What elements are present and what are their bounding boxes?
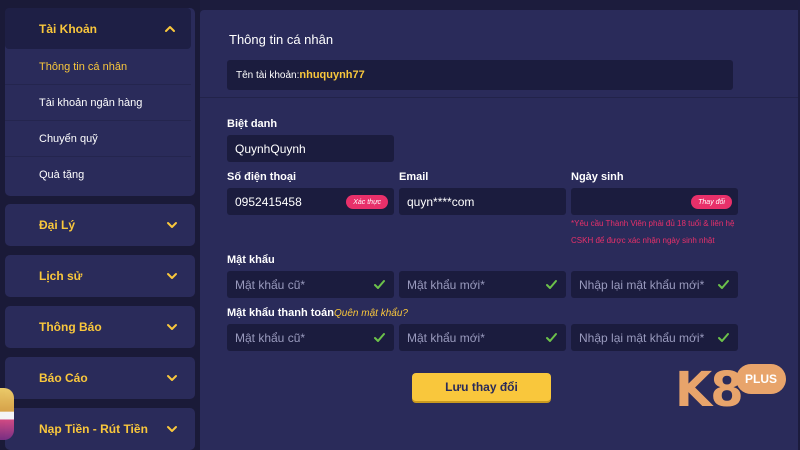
confirm-password-input[interactable]: Nhập lại mật khẩu mới* <box>571 271 738 298</box>
sidebar-item-label: Báo Cáo <box>39 371 88 385</box>
verify-button[interactable]: Xác thực <box>346 195 388 209</box>
sidebar-subitem-label: Tài khoản ngân hàng <box>39 96 143 109</box>
mascot-image <box>0 388 14 440</box>
sidebar-subitem-label: Quà tặng <box>39 169 85 181</box>
account-name-label: Tên tài khoản: <box>236 69 300 81</box>
confirm-payment-password-input[interactable]: Nhập lại mật khẩu mới* <box>571 324 738 351</box>
phone-value: 0952415458 <box>235 194 302 209</box>
sidebar-subitem-fund-transfer[interactable]: Chuyển quỹ <box>5 121 191 157</box>
profile-panel: Thông tin cá nhân Tên tài khoản: nhuquyn… <box>200 10 798 450</box>
new-password-placeholder: Mật khẩu mới* <box>407 277 485 292</box>
dob-change-button[interactable]: Thay đổi <box>691 195 732 209</box>
old-password-input[interactable]: Mật khẩu cũ* <box>227 271 394 298</box>
sidebar-item-label: Nạp Tiền - Rút Tiền <box>39 422 148 436</box>
sidebar-item-label: Thông Báo <box>39 320 102 334</box>
sidebar-subitem-label: Chuyển quỹ <box>39 132 98 145</box>
old-payment-password-input[interactable]: Mật khẩu cũ* <box>227 324 394 351</box>
chevron-down-icon <box>165 269 179 283</box>
check-icon <box>373 278 386 291</box>
password-label: Mật khẩu <box>227 254 275 266</box>
nickname-label: Biệt danh <box>227 118 278 130</box>
chevron-down-icon <box>165 371 179 385</box>
new-password-placeholder: Mật khẩu mới* <box>407 330 485 345</box>
chevron-down-icon <box>165 422 179 436</box>
old-password-placeholder: Mật khẩu cũ* <box>235 330 306 345</box>
sidebar-item-label: Đại Lý <box>39 218 76 232</box>
chevron-down-icon <box>165 218 179 232</box>
sidebar-item-deposit-withdraw[interactable]: Nạp Tiền - Rút Tiền <box>5 408 195 450</box>
sidebar-subitem-personal-info[interactable]: Thông tin cá nhân <box>5 49 191 85</box>
account-name-box: Tên tài khoản: nhuquynh77 <box>227 60 733 90</box>
email-value: quyn****com <box>407 194 475 209</box>
sidebar-subitem-bank-account[interactable]: Tài khoản ngân hàng <box>5 85 191 121</box>
forgot-password-link[interactable]: Quên mật khẩu? <box>334 308 408 319</box>
check-icon <box>717 278 730 291</box>
chevron-up-icon <box>163 22 177 36</box>
nickname-field[interactable]: QuynhQuynh <box>227 135 394 162</box>
dob-note: *Yêu cầu Thành Viên phải đủ 18 tuổi & li… <box>571 219 735 245</box>
chevron-down-icon <box>165 320 179 334</box>
sidebar: Tài Khoản Thông tin cá nhân Tài khoản ng… <box>0 0 200 450</box>
email-field[interactable]: quyn****com <box>399 188 566 215</box>
check-icon <box>717 331 730 344</box>
nickname-value: QuynhQuynh <box>235 141 306 156</box>
old-password-placeholder: Mật khẩu cũ* <box>235 277 306 292</box>
sidebar-item-agency[interactable]: Đại Lý <box>5 204 195 246</box>
sidebar-item-history[interactable]: Lịch sử <box>5 255 195 297</box>
check-icon <box>373 331 386 344</box>
phone-field[interactable]: 0952415458 Xác thực <box>227 188 394 215</box>
account-name-value: nhuquynh77 <box>299 69 365 81</box>
sidebar-item-label: Tài Khoản <box>39 21 98 36</box>
new-payment-password-input[interactable]: Mật khẩu mới* <box>399 324 566 351</box>
phone-label: Số điện thoại <box>227 171 297 183</box>
sidebar-subitem-label: Thông tin cá nhân <box>39 60 128 73</box>
logo-text: K8 <box>675 362 744 418</box>
page-title: Thông tin cá nhân <box>229 32 334 47</box>
email-label: Email <box>399 171 429 183</box>
confirm-password-placeholder: Nhập lại mật khẩu mới* <box>579 330 705 345</box>
dob-label: Ngày sinh <box>571 171 624 183</box>
new-password-input[interactable]: Mật khẩu mới* <box>399 271 566 298</box>
logo-badge: PLUS <box>736 364 786 394</box>
sidebar-item-account[interactable]: Tài Khoản <box>5 8 191 49</box>
brand-logo: K8 PLUS <box>670 360 795 422</box>
check-icon <box>545 278 558 291</box>
payment-password-label: Mật khẩu thanh toán <box>227 307 334 319</box>
sidebar-item-label: Lịch sử <box>39 269 83 283</box>
save-button[interactable]: Lưu thay đổi <box>412 373 551 401</box>
confirm-password-placeholder: Nhập lại mật khẩu mới* <box>579 277 705 292</box>
sidebar-subitem-gifts[interactable]: Quà tặng <box>5 157 191 193</box>
dob-field[interactable]: Thay đổi <box>571 188 738 215</box>
check-icon <box>545 331 558 344</box>
profile-header: Thông tin cá nhân Tên tài khoản: nhuquyn… <box>200 10 798 98</box>
sidebar-item-notifications[interactable]: Thông Báo <box>5 306 195 348</box>
sidebar-item-reports[interactable]: Báo Cáo <box>5 357 195 399</box>
